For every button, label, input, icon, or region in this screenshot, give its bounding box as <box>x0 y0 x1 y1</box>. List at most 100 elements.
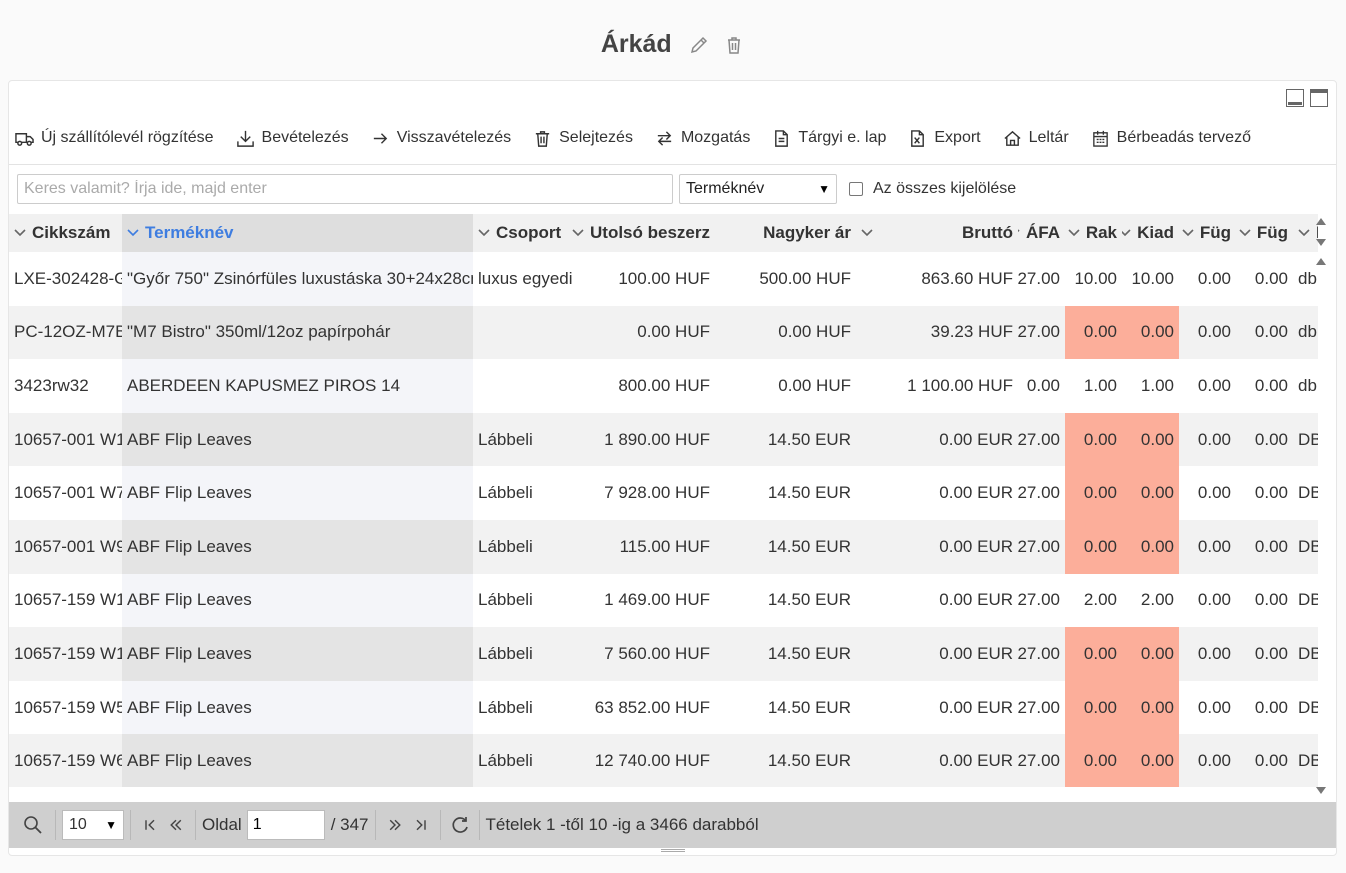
table-row[interactable]: 10657-001 W1 ABF Flip Leaves Lábbeli 1 890.… <box>9 412 1318 467</box>
cell-last-purchase: 800.00 HUF <box>618 375 710 395</box>
move-button[interactable]: Mozgatás <box>655 129 750 148</box>
maximize-icon[interactable] <box>1310 89 1328 107</box>
column-header-group[interactable]: Csoport <box>473 214 572 252</box>
chevron-down-icon <box>1182 229 1194 237</box>
table-row[interactable]: 10657-159 W5 ABF Flip Leaves Lábbeli 63 852… <box>9 680 1318 735</box>
column-header-label: Füg <box>1199 223 1231 242</box>
cell-wholesale-price: 0.00 HUF <box>778 322 851 342</box>
table-row[interactable]: 10657-001 W9 ABF Flip Leaves Lábbeli 115.00… <box>9 519 1318 574</box>
pencil-icon[interactable] <box>688 34 710 56</box>
cell-sku: 10657-001 W7 <box>14 483 122 503</box>
toolbar: Új szállítólevél rögzítése Bevételezés V… <box>15 125 1273 151</box>
return-button[interactable]: Visszavételezés <box>371 129 511 148</box>
cell-sku: 10657-159 W1 <box>14 643 122 663</box>
column-header-wholesale-price[interactable]: Nagyker ár <box>715 214 856 252</box>
cell-sku: 10657-159 W1 <box>14 590 122 610</box>
pager-divider <box>374 810 376 840</box>
data-grid: Cikkszám Terméknév Csoport Utolsó beszerz Na… <box>9 214 1318 787</box>
toolbar-label: Tárgyi e. lap <box>798 129 887 146</box>
cell-pending-2: 0.00 <box>1254 322 1288 342</box>
export-button[interactable]: Export <box>908 129 981 148</box>
table-row[interactable]: 10657-159 W1 ABF Flip Leaves Lábbeli 1 469.… <box>9 573 1318 628</box>
receive-button[interactable]: Bevételezés <box>236 129 349 148</box>
cell-pending-1: 0.00 <box>1197 751 1231 771</box>
cell-sku: PC-12OZ-M7B <box>14 322 122 342</box>
search-input[interactable] <box>17 174 673 204</box>
refresh-icon[interactable] <box>447 815 473 835</box>
previous-page-icon[interactable] <box>163 817 189 833</box>
new-delivery-note-button[interactable]: Új szállítólevél rögzítése <box>15 129 214 148</box>
minimize-icon[interactable] <box>1286 89 1304 107</box>
search-icon[interactable] <box>21 815 45 835</box>
table-row[interactable]: 10657-159 W1 ABF Flip Leaves Lábbeli 7 560.… <box>9 627 1318 681</box>
select-all-checkbox[interactable] <box>849 182 863 196</box>
cell-pending-2: 0.00 <box>1254 429 1288 449</box>
column-header-col-filler[interactable] <box>856 214 889 252</box>
column-header-pending-2[interactable]: Füg <box>1236 214 1293 252</box>
cell-product-name: ABF Flip Leaves <box>122 519 473 574</box>
trash-icon[interactable] <box>723 34 745 56</box>
first-page-icon[interactable] <box>137 817 163 833</box>
column-header-pending-1[interactable]: Füg <box>1179 214 1236 252</box>
cell-vat: 27.00 <box>1018 322 1060 342</box>
inventory-button[interactable]: Leltár <box>1003 129 1069 148</box>
cell-issued: 0.00 <box>1122 680 1179 735</box>
column-header-stock[interactable]: Rak <box>1065 214 1122 252</box>
table-row[interactable]: 10657-159 W6 ABF Flip Leaves Lábbeli 12 740… <box>9 734 1318 787</box>
page-size-select[interactable]: 10 ▼ <box>62 810 124 840</box>
page-title: Árkád <box>600 30 672 58</box>
column-header-label: Rak <box>1085 223 1117 242</box>
chevron-down-icon <box>1068 229 1080 237</box>
cell-pending-2: 0.00 <box>1254 751 1288 771</box>
scroll-up-icon[interactable] <box>1316 258 1326 265</box>
cell-vat: 27.00 <box>1018 536 1060 556</box>
page-number-input[interactable] <box>246 810 325 840</box>
cell-vat: 0.00 <box>1026 375 1060 395</box>
cell-issued: 0.00 <box>1122 412 1179 467</box>
field-select[interactable]: Terméknév ▼ <box>679 174 837 204</box>
table-row[interactable]: PC-12OZ-M7B "M7 Bistro" 350ml/12oz papírp… <box>9 305 1318 360</box>
chevron-down-icon <box>572 229 584 237</box>
scroll-up-icon[interactable] <box>1316 218 1326 225</box>
column-header-gross[interactable]: Bruttó <box>889 214 1018 252</box>
column-header-sku[interactable]: Cikkszám <box>9 214 122 252</box>
cell-filler <box>856 359 889 413</box>
cell-stock: 0.00 <box>1065 627 1122 681</box>
pager-divider <box>130 810 131 840</box>
table-row[interactable]: 3423rw32 ABERDEEN KAPUSMEZ PIROS 14 800.00… <box>9 359 1318 413</box>
column-header-last-purchase[interactable]: Utolsó beszerz <box>572 214 715 252</box>
next-page-icon[interactable] <box>382 817 408 833</box>
trash-icon <box>535 130 550 147</box>
cell-group: Lábbeli <box>478 483 533 503</box>
cell-stock: 2.00 <box>1083 590 1117 610</box>
column-header-product-name[interactable]: Terméknév <box>122 214 473 252</box>
resize-handle[interactable] <box>661 849 685 852</box>
scroll-down-icon[interactable] <box>1316 787 1326 794</box>
last-page-icon[interactable] <box>408 817 434 833</box>
cell-pending-2: 0.00 <box>1254 643 1288 663</box>
column-header-issued[interactable]: Kiad <box>1122 214 1179 252</box>
cell-pending-2: 0.00 <box>1254 697 1288 717</box>
asset-sheet-button[interactable]: Tárgyi e. lap <box>772 129 886 148</box>
scrap-button[interactable]: Selejtezés <box>533 129 633 148</box>
column-header-label: Cikkszám <box>32 223 111 242</box>
table-row[interactable]: 10657-001 W7 ABF Flip Leaves Lábbeli 7 928.… <box>9 466 1318 520</box>
column-header-label: Terméknév <box>145 223 234 242</box>
toolbar-label: Leltár <box>1028 129 1069 146</box>
column-header-vat[interactable]: ÁFA <box>1018 214 1065 252</box>
cell-pending-1: 0.00 <box>1197 429 1231 449</box>
cell-issued: 0.00 <box>1122 466 1179 520</box>
chevron-down-icon <box>14 229 26 237</box>
scroll-down-icon[interactable] <box>1316 239 1326 246</box>
cell-group: Lábbeli <box>478 697 533 717</box>
cell-last-purchase: 63 852.00 HUF <box>594 697 710 717</box>
cell-vat: 27.00 <box>1018 483 1060 503</box>
column-header-label: Utolsó beszerz <box>590 223 710 242</box>
table-row[interactable]: LXE-302428-G "Győr 750" Zsinórfüles luxus… <box>9 252 1318 306</box>
select-all-toggle[interactable]: Az összes kijelölése <box>849 180 1016 198</box>
vertical-scrollbar[interactable] <box>1314 214 1328 800</box>
cell-pending-1: 0.00 <box>1197 536 1231 556</box>
cell-last-purchase: 12 740.00 HUF <box>594 751 710 771</box>
rental-planner-button[interactable]: Bérbeadás tervező <box>1091 129 1251 148</box>
cell-gross: 0.00 EUR <box>939 429 1013 449</box>
